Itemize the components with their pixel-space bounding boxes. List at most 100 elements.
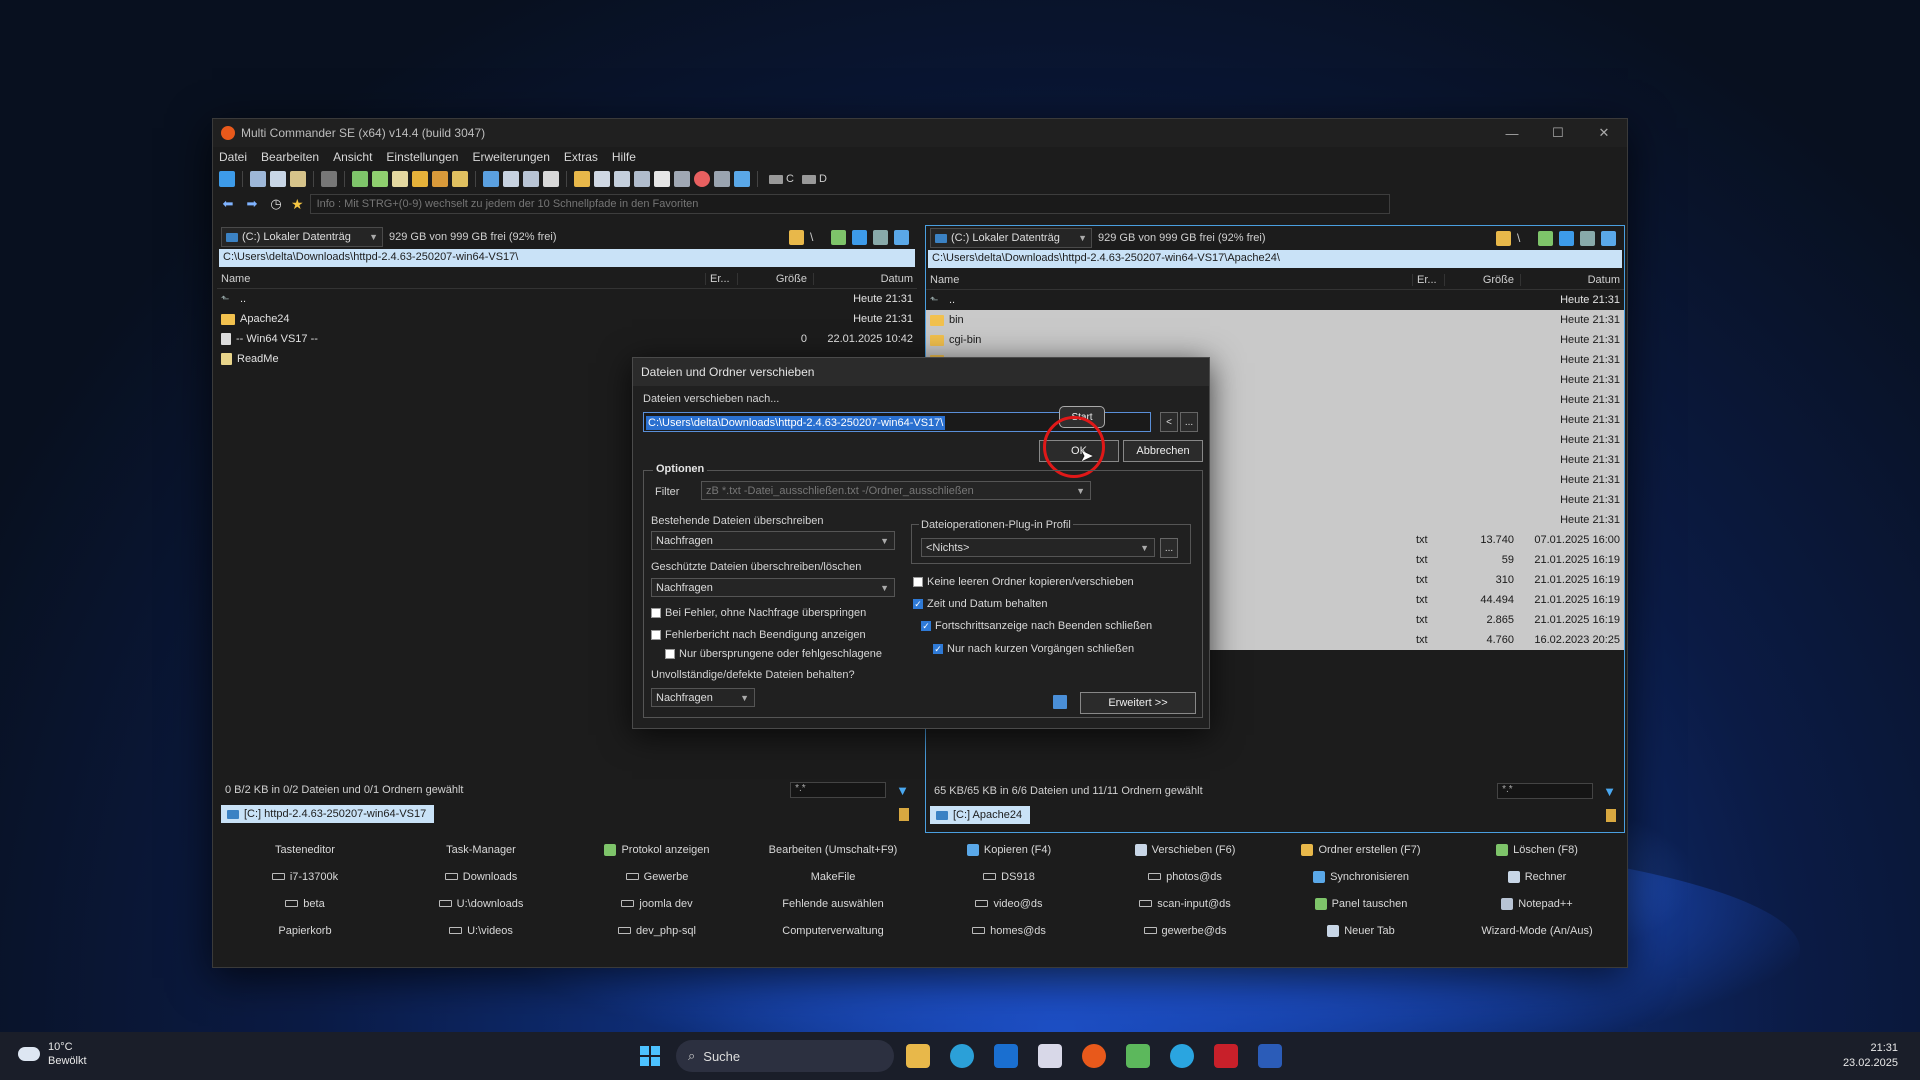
toolbar-button[interactable]: Tasteneditor [217, 839, 393, 860]
view-icon[interactable] [1601, 230, 1616, 246]
file-row[interactable]: ⬑.. Heute 21:31 [217, 289, 917, 309]
close-progress-checkbox[interactable]: ✓ Fortschrittsanzeige nach Beenden schli… [921, 620, 1152, 632]
left-filter-input[interactable]: *.* [790, 782, 887, 798]
tab-menu-icon[interactable] [899, 807, 909, 821]
toolbar-button[interactable]: beta [217, 893, 393, 914]
incomplete-select[interactable]: Nachfragen ▼ [651, 688, 755, 707]
store-icon[interactable] [1038, 1044, 1062, 1068]
favorites-star-icon[interactable]: ★ [291, 196, 304, 213]
toolbar-button[interactable]: i7-13700k [217, 866, 393, 887]
toolbar-button[interactable]: Gewerbe [569, 866, 745, 887]
menu-bearbeiten[interactable]: Bearbeiten [261, 150, 319, 164]
file-explorer-icon[interactable] [906, 1044, 930, 1068]
tab-menu-icon[interactable] [1606, 808, 1616, 822]
history-icon[interactable]: ◷ [267, 196, 285, 212]
windows-start-icon[interactable] [640, 1046, 660, 1066]
tools-icon[interactable] [1580, 230, 1595, 246]
only-skipped-checkbox[interactable]: Nur übersprungene oder fehlgeschlagene [665, 648, 882, 660]
taskbar-search[interactable]: ⌕ Suche [676, 1040, 894, 1072]
left-tab[interactable]: [C:] httpd-2.4.63-250207-win64-VS17 [221, 805, 435, 823]
right-path-bar[interactable]: C:\Users\delta\Downloads\httpd-2.4.63-25… [928, 250, 1622, 268]
tool-icon[interactable] [1214, 1044, 1238, 1068]
menu-hilfe[interactable]: Hilfe [612, 150, 636, 164]
menu-einstellungen[interactable]: Einstellungen [386, 150, 458, 164]
toolbar-button[interactable]: Ordner erstellen (F7) [1273, 839, 1449, 860]
minimize-button[interactable]: — [1489, 119, 1535, 147]
up-folder-icon[interactable] [831, 229, 846, 245]
paste-icon[interactable] [290, 171, 306, 187]
copy-icon[interactable] [270, 171, 286, 187]
compare-icon[interactable] [483, 171, 499, 187]
clipboard-icon[interactable] [654, 171, 670, 187]
column-date[interactable]: Datum [1520, 273, 1624, 286]
keep-time-checkbox[interactable]: ✓ Zeit und Datum behalten [913, 598, 1047, 610]
toolbar-button[interactable]: MakeFile [745, 866, 921, 887]
drive-c-button[interactable]: C [769, 173, 794, 185]
column-name[interactable]: Name [217, 273, 705, 285]
protected-select[interactable]: Nachfragen ▼ [651, 578, 895, 597]
toolbar-button[interactable]: gewerbe@ds [1097, 920, 1273, 941]
toolbar-button[interactable]: Task-Manager [393, 839, 569, 860]
file-row[interactable]: ⬑.. Heute 21:31 [926, 290, 1624, 310]
right-filter-input[interactable]: *.* [1497, 783, 1594, 799]
toolbar-button[interactable]: Löschen (F8) [1449, 839, 1625, 860]
drive-icon[interactable] [674, 171, 690, 187]
edit-file-icon[interactable] [372, 171, 388, 187]
color-icon[interactable] [694, 171, 710, 187]
outlook-icon[interactable] [994, 1044, 1018, 1068]
back-icon[interactable]: ⬅ [219, 196, 237, 212]
page2-icon[interactable] [614, 171, 630, 187]
filter-icon[interactable]: ▼ [896, 783, 909, 798]
folder-tree-icon[interactable] [1496, 230, 1511, 246]
toolbar-button[interactable]: photos@ds [1097, 866, 1273, 887]
toolbar-button[interactable]: Kopieren (F4) [921, 839, 1097, 860]
column-size[interactable]: Größe [1444, 273, 1520, 286]
advanced-button[interactable]: Erweitert >> [1080, 692, 1196, 714]
info-command-field[interactable] [309, 194, 1390, 214]
page-icon[interactable] [594, 171, 610, 187]
browse-back-button[interactable]: < [1160, 412, 1178, 432]
right-drive-select[interactable]: (C:) Lokaler Datenträg ▼ [930, 228, 1092, 248]
weather-widget[interactable]: 10°C Bewölkt [18, 1040, 87, 1068]
notepad-plus-icon[interactable] [1126, 1044, 1150, 1068]
toolbar-button[interactable]: scan-input@ds [1097, 893, 1273, 914]
plugin-profile-select[interactable]: <Nichts> ▼ [921, 538, 1155, 557]
menu-ansicht[interactable]: Ansicht [333, 150, 372, 164]
page3-icon[interactable] [634, 171, 650, 187]
toolbar-button[interactable]: Fehlende auswählen [745, 893, 921, 914]
save-icon[interactable] [1053, 695, 1067, 709]
menu-datei[interactable]: Datei [219, 150, 247, 164]
skip-errors-checkbox[interactable]: Bei Fehler, ohne Nachfrage überspringen [651, 607, 866, 619]
browser-icon[interactable] [1170, 1044, 1194, 1068]
toolbar-button[interactable]: DS918 [921, 866, 1097, 887]
cancel-button[interactable]: Abbrechen [1123, 440, 1203, 462]
tools-icon[interactable] [873, 229, 888, 245]
column-name[interactable]: Name [926, 274, 1412, 286]
plugin-browse-button[interactable]: ... [1160, 538, 1178, 558]
toolbar-button[interactable]: Rechner [1449, 866, 1625, 887]
file-row[interactable]: -- Win64 VS17 -- 0 22.01.2025 10:42 [217, 329, 917, 349]
no-empty-folders-checkbox[interactable]: Keine leeren Ordner kopieren/verschieben [913, 576, 1134, 588]
monitor-icon[interactable] [714, 171, 730, 187]
toolbar-button[interactable]: joomla dev [569, 893, 745, 914]
column-ext[interactable]: Er... [1412, 273, 1444, 286]
new-file-icon[interactable] [352, 171, 368, 187]
toolbar-button[interactable]: Bearbeiten (Umschalt+F9) [745, 839, 921, 860]
archive-icon[interactable] [412, 171, 428, 187]
right-tab[interactable]: [C:] Apache24 [930, 806, 1031, 824]
toolbar-button[interactable]: Computerverwaltung [745, 920, 921, 941]
forward-icon[interactable]: ➡ [243, 196, 261, 212]
window-icon[interactable] [734, 171, 750, 187]
toolbar-button[interactable]: Downloads [393, 866, 569, 887]
refresh-icon[interactable] [219, 171, 235, 187]
doc-edit-icon[interactable] [523, 171, 539, 187]
file-row[interactable]: cgi-bin Heute 21:31 [926, 330, 1624, 350]
error-report-checkbox[interactable]: Fehlerbericht nach Beendigung anzeigen [651, 629, 866, 641]
toolbar-button[interactable]: Panel tauschen [1273, 893, 1449, 914]
toolbar-button[interactable]: Synchronisieren [1273, 866, 1449, 887]
toolbar-button[interactable]: U:\videos [393, 920, 569, 941]
taskbar-clock[interactable]: 21:31 23.02.2025 [1843, 1041, 1898, 1071]
maximize-button[interactable]: ☐ [1535, 119, 1581, 147]
only-short-checkbox[interactable]: ✓ Nur nach kurzen Vorgängen schließen [933, 643, 1134, 655]
drive-d-button[interactable]: D [801, 173, 827, 185]
